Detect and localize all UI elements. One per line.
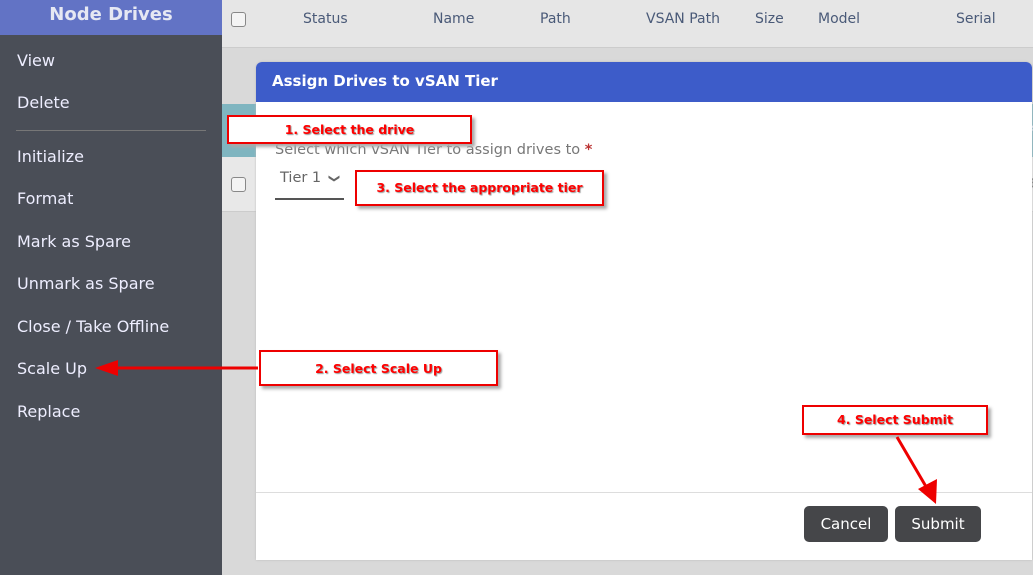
sidebar-item-format[interactable]: Format [17,189,73,208]
tier-label: Select which vSAN Tier to assign drives … [275,142,592,158]
modal-footer-divider [256,492,1032,493]
col-model[interactable]: Model [818,11,860,27]
sidebar-item-view[interactable]: View [17,51,55,70]
annotation-select-drive: 1. Select the drive [227,115,472,144]
sidebar-title: Node Drives [0,0,222,35]
col-serial[interactable]: Serial [956,11,996,27]
select-all-checkbox[interactable] [231,12,246,27]
col-status[interactable]: Status [303,11,348,27]
sidebar-item-unmark-spare[interactable]: Unmark as Spare [17,274,155,293]
submit-button[interactable]: Submit [895,506,981,542]
col-vsan-path[interactable]: VSAN Path [646,11,720,27]
annotation-select-tier: 3. Select the appropriate tier [355,170,604,206]
tier-label-text: Select which vSAN Tier to assign drives … [275,142,581,158]
sidebar-item-close-offline[interactable]: Close / Take Offline [17,317,169,336]
annotation-submit: 4. Select Submit [802,405,988,435]
annotation-scale-up: 2. Select Scale Up [259,350,498,386]
col-name[interactable]: Name [433,11,474,27]
col-size[interactable]: Size [755,11,784,27]
sidebar-item-replace[interactable]: Replace [17,402,80,421]
sidebar-item-delete[interactable]: Delete [17,93,70,112]
table-header: Status Name Path VSAN Path Size Model Se… [222,0,1033,48]
sidebar-item-scale-up[interactable]: Scale Up [17,359,87,378]
col-path[interactable]: Path [540,11,571,27]
sidebar: Node Drives View Delete Initialize Forma… [0,0,222,575]
chevron-down-icon: ❯ [327,173,341,184]
sidebar-item-mark-spare[interactable]: Mark as Spare [17,232,131,251]
tier-select[interactable]: Tier 1 ❯ [275,170,344,200]
modal-title: Assign Drives to vSAN Tier [256,62,1032,102]
required-marker: * [584,142,593,158]
sidebar-divider [16,130,206,131]
row-checkbox[interactable] [231,177,246,192]
sidebar-item-initialize[interactable]: Initialize [17,147,84,166]
cancel-button[interactable]: Cancel [804,506,888,542]
tier-select-value: Tier 1 [280,170,322,186]
